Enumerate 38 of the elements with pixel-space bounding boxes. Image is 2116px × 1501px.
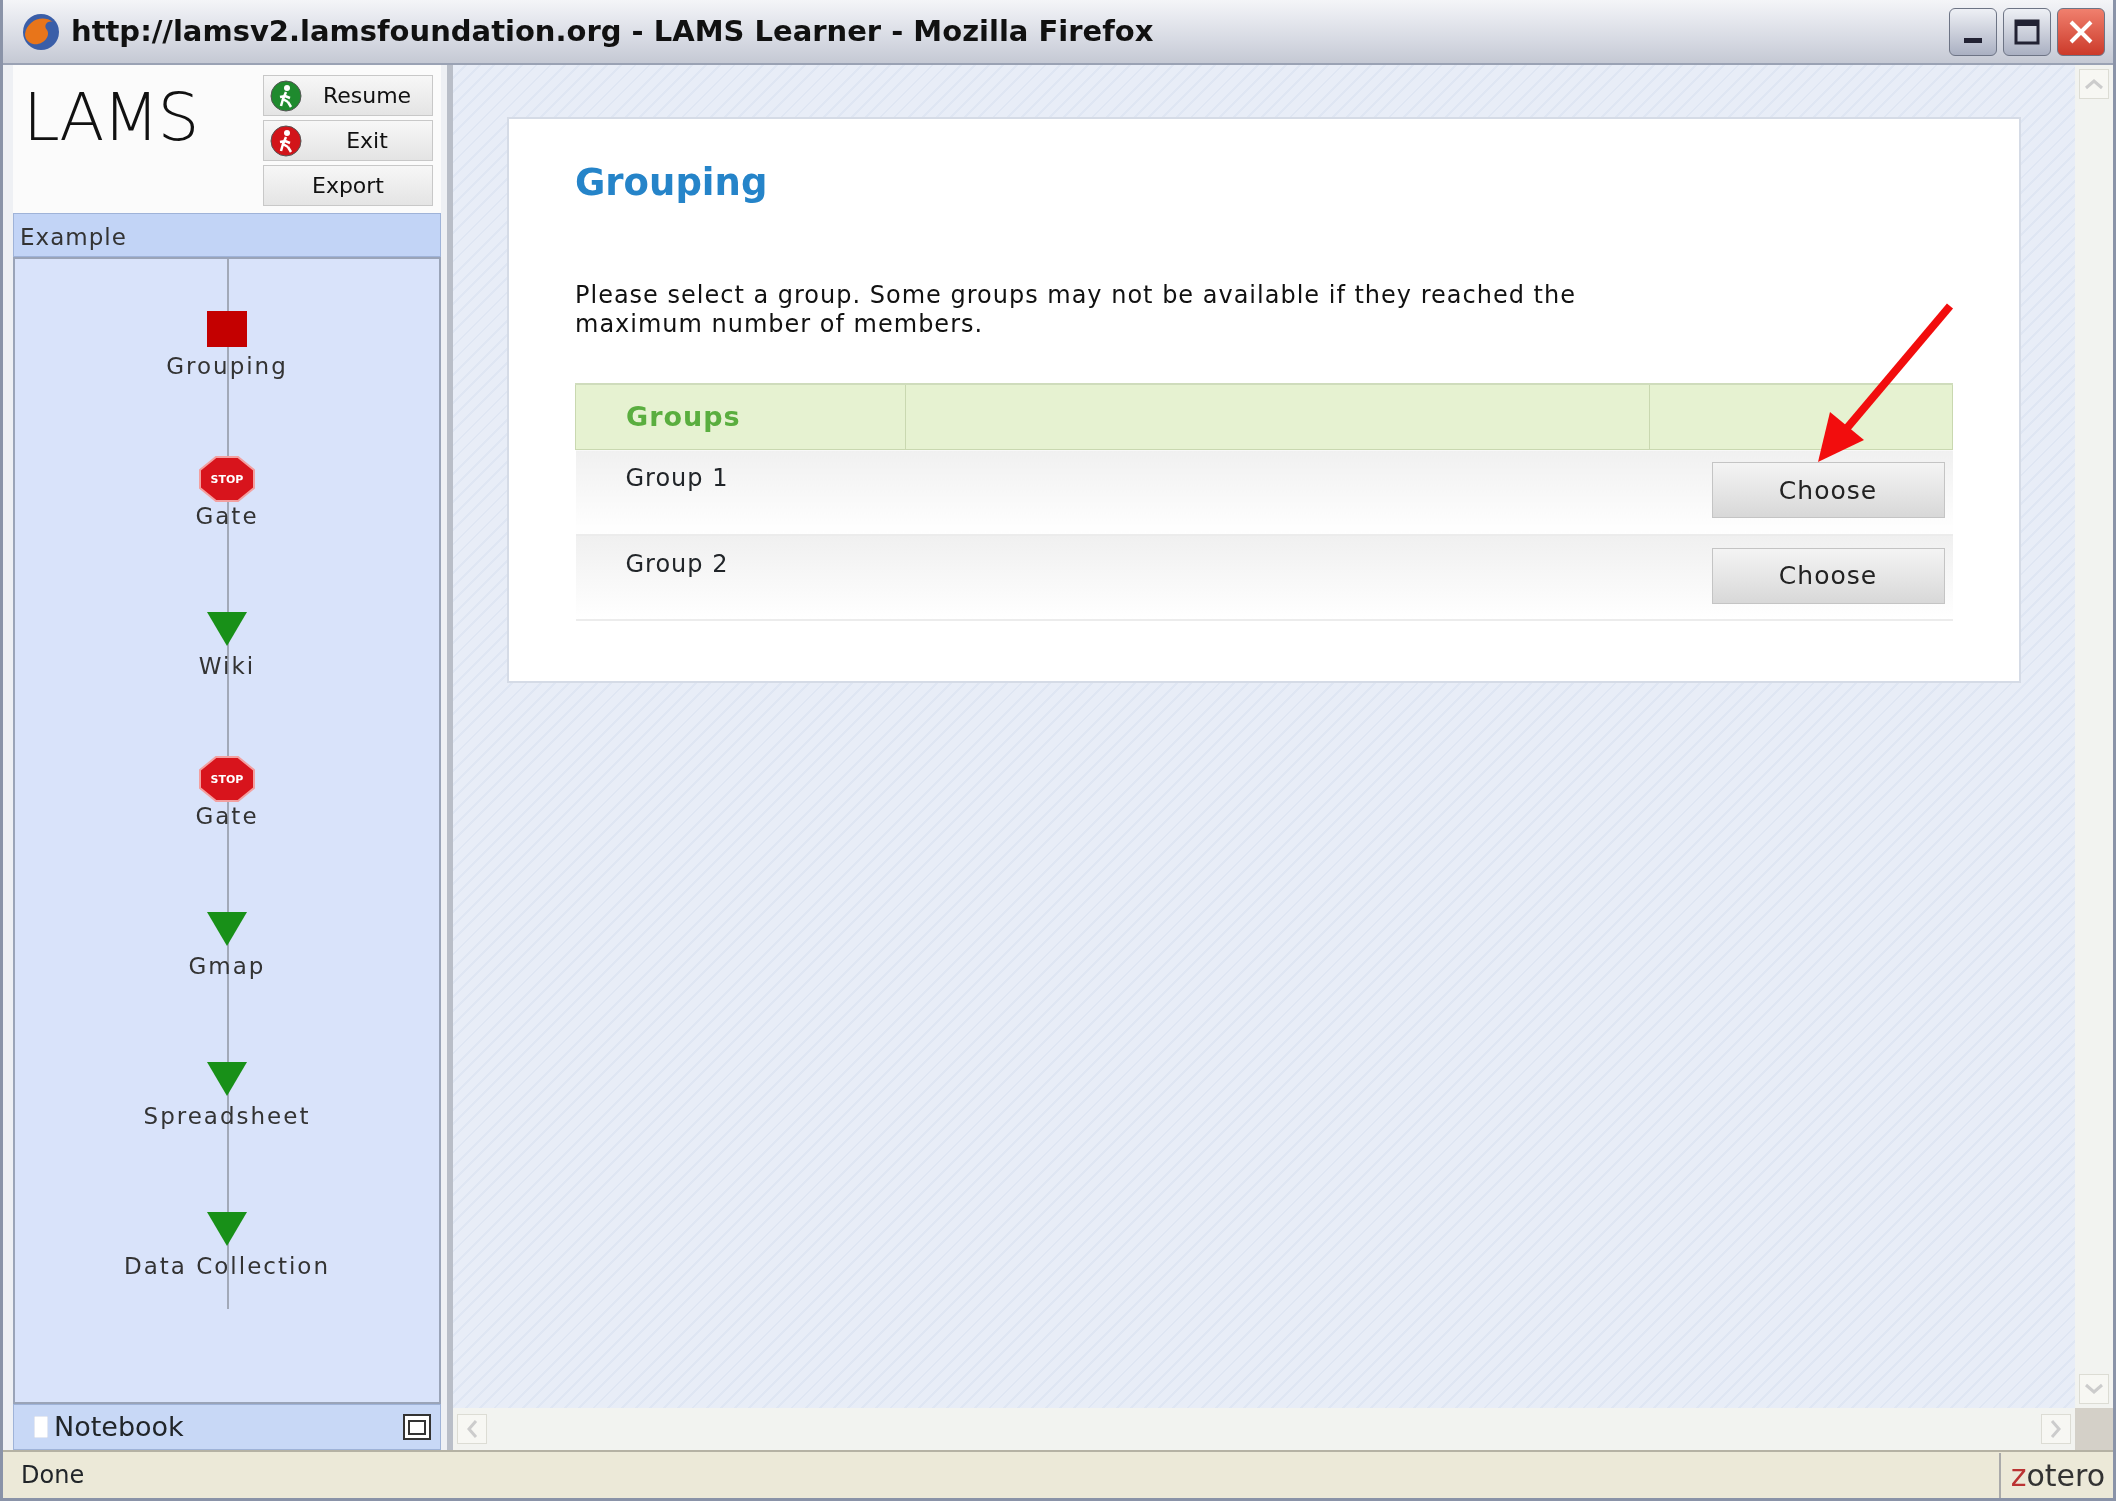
sequence-title: Example [13,213,441,257]
triangle-icon[interactable] [207,912,247,946]
window-title: http://lamsv2.lamsfoundation.org - LAMS Learner - Mozilla Firefox [71,12,1154,50]
status-text: Done [21,1460,85,1491]
page-title: Grouping [575,161,769,206]
page-icon [34,1416,48,1438]
close-button[interactable] [2057,7,2105,56]
activity-label[interactable]: Data Collection [124,1249,330,1284]
browser-logo-icon [21,11,61,52]
choose-button[interactable]: Choose [1711,462,1945,519]
expand-button[interactable] [402,1413,432,1441]
choose-button[interactable]: Choose [1711,548,1945,604]
triangle-icon[interactable] [207,1062,247,1096]
walking-figure-icon [270,79,302,112]
resume-button[interactable]: Resume [263,75,433,116]
exit-button[interactable]: Exit [263,120,433,161]
stop-sign-icon[interactable]: STOP [199,756,255,802]
group-name: Group 2 [625,550,729,578]
logo: LAMS [23,85,198,151]
activity-label[interactable]: Grouping [166,349,288,384]
stop-sign-icon[interactable]: STOP [199,456,255,502]
maximize-icon [2013,17,2041,46]
minimize-icon [1964,38,1982,43]
group-name: Group 1 [625,464,729,493]
activity-label[interactable]: Gate [195,799,259,834]
instructions-text: Please select a group. Some groups may not be available if they reached the maximum number of members. [575,281,1577,339]
maximize-button[interactable] [2003,7,2051,56]
walking-figure-icon [270,124,302,157]
column-header: Groups [626,401,741,432]
activity-label[interactable]: Spreadsheet [143,1099,311,1134]
export-button[interactable]: Export [263,165,433,206]
activity-label[interactable]: Gate [195,499,259,534]
minimize-button[interactable] [1949,7,1997,56]
activity-label[interactable]: Gmap [188,949,266,984]
zotero-label[interactable]: zotero [1998,1452,2105,1498]
activity-label[interactable]: Wiki [198,649,256,684]
triangle-icon[interactable] [207,1212,247,1246]
triangle-icon[interactable] [207,612,247,646]
